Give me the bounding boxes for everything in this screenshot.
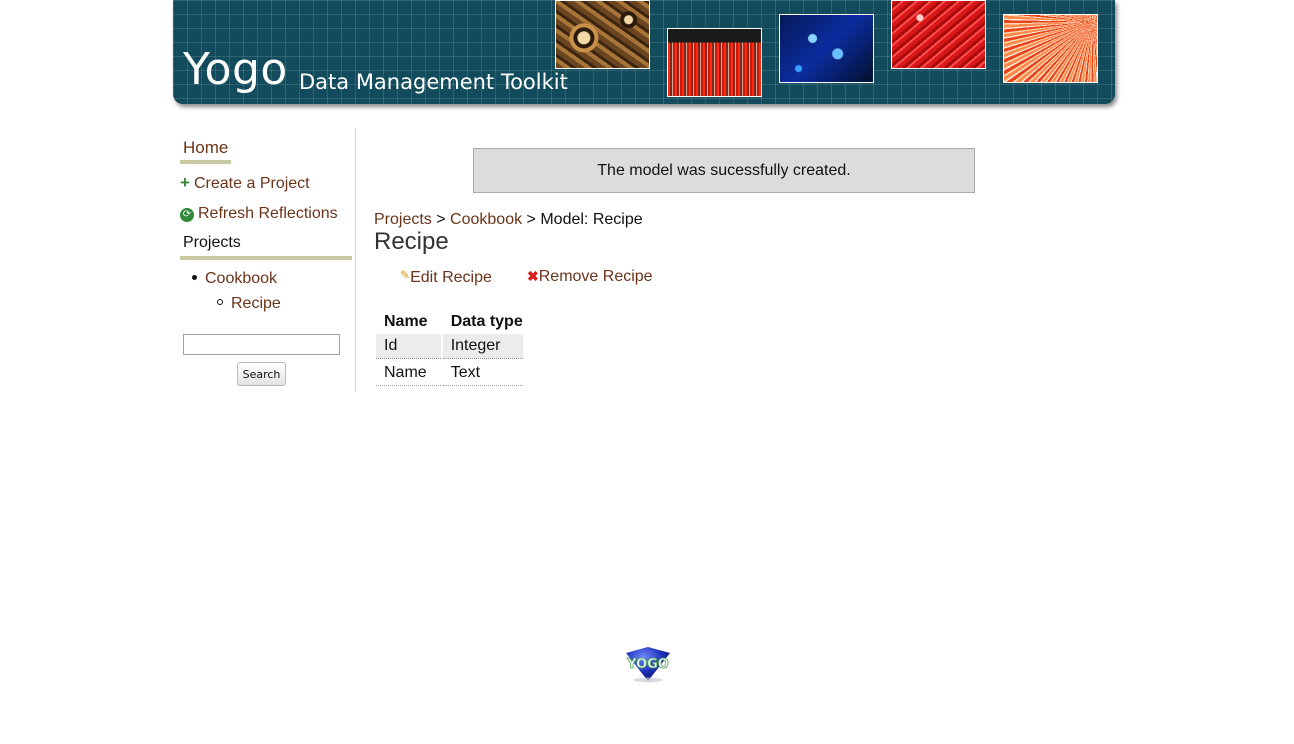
breadcrumb-cookbook[interactable]: Cookbook — [450, 211, 522, 228]
delete-x-icon: ✖ — [527, 268, 539, 284]
sidebar: Home + Create a Project ⟳ Refresh Reflecti… — [180, 128, 356, 392]
projects-heading: Projects — [180, 234, 352, 260]
sidebar-item-refresh-reflections[interactable]: ⟳ Refresh Reflections — [180, 205, 338, 223]
red-fibers-image — [891, 0, 986, 69]
logo-text: YOGO — [626, 657, 669, 672]
brand-tagline: Data Management Toolkit — [299, 70, 568, 94]
edit-recipe-label: Edit Recipe — [410, 269, 492, 286]
plus-icon: + — [180, 173, 190, 192]
cell-data-type: Integer — [442, 334, 523, 359]
create-project-label: Create a Project — [194, 175, 310, 192]
column-header-name: Name — [384, 313, 428, 330]
cell-data-type: Text — [442, 361, 523, 386]
fields-table: Name Data type Id Integer Name Text — [374, 310, 525, 388]
edit-recipe-link[interactable]: ✎Edit Recipe — [400, 268, 492, 287]
cell-name: Id — [376, 334, 441, 359]
tree-link-recipe[interactable]: Recipe — [231, 295, 281, 312]
tree-item-project: Cookbook — [192, 270, 277, 288]
table-row: Id Integer — [376, 334, 523, 359]
brand-logo-text[interactable]: Yogo — [183, 44, 288, 95]
waveform-image — [667, 28, 762, 97]
flash-message: The model was sucessfully created. — [473, 148, 975, 193]
column-header-data-type: Data type — [450, 313, 523, 330]
butterfly-wing-image — [555, 0, 650, 69]
circuit-board-image — [779, 14, 874, 83]
breadcrumb-separator: > — [436, 211, 446, 228]
sidebar-item-home[interactable]: Home — [180, 138, 232, 164]
remove-recipe-link[interactable]: ✖Remove Recipe — [527, 268, 653, 286]
cell-name: Name — [376, 361, 441, 386]
search-button[interactable]: Search — [237, 362, 286, 386]
remove-recipe-label: Remove Recipe — [538, 268, 653, 285]
circle-bullet-icon — [217, 299, 223, 305]
tree-item-model: Recipe — [217, 295, 281, 313]
table-header-row: Name Data type — [376, 312, 523, 332]
breadcrumb-projects[interactable]: Projects — [374, 211, 432, 228]
table-row: Name Text — [376, 361, 523, 386]
breadcrumb-separator: > — [526, 211, 536, 228]
tree-link-cookbook[interactable]: Cookbook — [205, 270, 277, 287]
fiber-optic-image — [1003, 14, 1098, 83]
header-banner: Yogo Data Management Toolkit — [173, 0, 1115, 104]
breadcrumb: Projects > Cookbook > Model: Recipe — [374, 211, 643, 229]
search-input[interactable] — [183, 334, 340, 355]
pencil-icon: ✎ — [400, 268, 411, 282]
bullet-icon — [192, 275, 197, 280]
breadcrumb-current: Model: Recipe — [540, 211, 643, 228]
yogo-footer-logo[interactable]: YOGO — [620, 645, 676, 683]
sidebar-item-create-project[interactable]: + Create a Project — [180, 173, 310, 193]
refresh-reflections-label: Refresh Reflections — [198, 205, 338, 222]
page-title: Recipe — [374, 228, 449, 255]
refresh-icon: ⟳ — [180, 208, 194, 222]
logo-shadow — [634, 677, 662, 683]
